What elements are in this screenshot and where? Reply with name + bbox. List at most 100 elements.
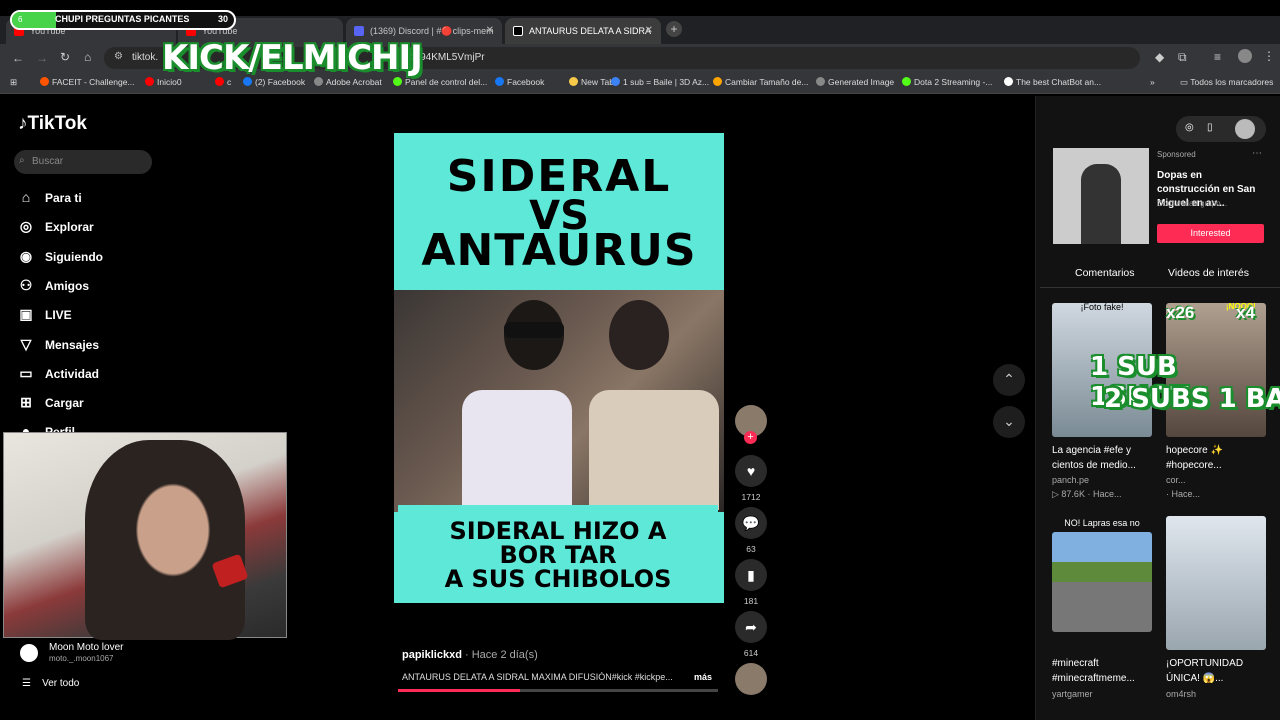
share-count: 614 [743,648,759,658]
bookmarks-overflow-icon[interactable]: » [1150,77,1155,87]
bookmark-item[interactable]: Cambiar Tamaño de... [713,77,808,87]
save-button[interactable]: ▮ [735,559,767,591]
phone-icon[interactable]: ▯ [1207,122,1213,133]
bookmark-item[interactable]: The best ChatBot an... [1004,77,1101,87]
music-avatar[interactable] [735,663,767,695]
next-video-button[interactable]: ⌄ [993,406,1025,438]
related-user-2: cor... [1166,475,1186,485]
close-icon[interactable]: ✕ [486,25,494,36]
bookmark-favicon-icon [611,77,620,86]
video-caption-block: SIDERAL HIZO A BOR TAR A SUS CHIBOLOS [398,505,718,603]
avatar[interactable] [20,644,38,662]
comment-icon: 💬 [742,515,760,531]
nav-item[interactable]: ⊞ Cargar [18,394,84,411]
bookmark-item[interactable]: New Tab [569,77,614,87]
bookmark-item[interactable]: 1 sub = Baile | 3D Az... [611,77,709,87]
extension-icon[interactable]: ◆ [1155,50,1164,64]
video-author-row: papiklickxd · Hace 2 día(s) [402,649,538,661]
related-caption-4[interactable]: ¡OPORTUNIDAD ÚNICA! 😱... [1166,656,1274,686]
related-thumb-4[interactable] [1166,516,1266,650]
tiktok-logo[interactable]: ♪TikTok [18,113,87,135]
bookmark-item[interactable]: (2) Facebook [243,77,305,87]
bookmark-item[interactable]: c [215,77,231,87]
tab-comments[interactable]: Comentarios [1075,267,1135,279]
menu-icon[interactable]: ⋮ [1263,49,1275,63]
nav-item[interactable]: ▣ LIVE [18,306,71,323]
bookmark-favicon-icon [902,77,911,86]
nav-item[interactable]: ◎ Explorar [18,218,94,235]
related-user-1: panch.pe [1052,475,1090,485]
more-link[interactable]: más [694,672,712,682]
share-button[interactable]: ➦ [735,611,767,643]
save-count: 181 [743,596,759,606]
related-caption-2[interactable]: hopecore ✨ #hopecore... [1166,443,1274,473]
all-bookmarks[interactable]: ▭ Todos los marcadores [1180,77,1273,88]
interested-button[interactable]: Interested [1157,224,1264,243]
bookmark-item[interactable]: Generated Image [816,77,894,87]
forward-icon[interactable]: → [36,51,48,65]
bookmark-favicon-icon [40,77,49,86]
following-icon: ◉ [19,247,33,264]
apps-icon[interactable]: ⊞ [10,77,17,88]
bookmark-item[interactable]: Dota 2 Streaming -... [902,77,992,87]
related-user-3: yartgamer [1052,689,1093,699]
comment-button[interactable]: 💬 [735,507,767,539]
like-button[interactable]: ♥ [735,455,767,487]
messages-icon: ▽ [20,335,32,352]
nav-item[interactable]: ⌂ Para ti [18,189,82,205]
related-thumb-3-text: NO! Lapras esa no [1064,518,1140,528]
bookmark-favicon-icon [569,77,578,86]
bookmark-item[interactable]: Adobe Acrobat [314,77,382,87]
related-caption-1[interactable]: La agencia #efe y cientos de medio... [1052,443,1160,473]
close-icon[interactable]: ✕ [645,25,653,36]
related-thumb-3[interactable] [1052,532,1152,632]
goal-label: CHUPI PREGUNTAS PICANTES [55,14,190,24]
friends-icon: ⚇ [19,276,33,293]
related-views-1: ▷ 87.6K · Hace... [1052,489,1122,499]
home-icon[interactable]: ⌂ [84,50,91,64]
avatar[interactable] [1238,49,1252,63]
back-icon[interactable]: ← [12,51,24,65]
following-user-handle: moto._.moon1067 [49,654,114,663]
avatar[interactable] [1235,119,1255,139]
search-input[interactable]: ⌕ Buscar [14,150,152,174]
nav-item[interactable]: ⚇ Amigos [18,277,89,294]
chevron-down-icon: ⌄ [1003,413,1015,429]
bookmark-item[interactable]: Inicio0 [145,77,182,87]
follow-plus-icon[interactable]: + [744,431,757,444]
nav-item[interactable]: ◉ Siguiendo [18,248,103,265]
explore-icon[interactable]: ◎ [1185,122,1194,133]
list-icon: ☰ [22,678,31,689]
video-progress-bar[interactable] [398,689,718,692]
bookmark-item[interactable]: Panel de control del... [393,77,487,87]
nav-item[interactable]: ▽ Mensajes [18,336,99,353]
following-user-name[interactable]: Moon Moto lover [49,642,123,653]
related-user-4: om4rsh [1166,689,1197,699]
goal-target: 30 [218,14,229,24]
more-icon[interactable]: ⋯ [1252,148,1262,159]
person-shirt [462,390,572,510]
puzzle-icon[interactable]: ⧉ [1178,50,1187,65]
ad-thumbnail[interactable] [1053,148,1149,244]
bookmark-item[interactable]: Facebook [495,77,544,87]
reload-icon[interactable]: ↻ [60,50,70,64]
media-icon[interactable]: ≡ [1214,50,1221,64]
nav-item[interactable]: ▭ Actividad [18,365,99,382]
tab-related[interactable]: Videos de interés [1168,267,1249,279]
video-author[interactable]: papiklickxd [402,649,462,661]
tab-tiktok[interactable]: ANTAURUS DELATA A SIDRA ✕ [505,18,661,44]
kick-channel-overlay: KICK/ELMICHIJ [162,38,423,78]
related-caption-3[interactable]: #minecraft #minecraftmeme... [1052,656,1160,686]
site-info-icon[interactable]: ⚙ [114,51,123,62]
prev-video-button[interactable]: ⌃ [993,364,1025,396]
bookmark-icon: ▮ [747,567,755,583]
video-time: Hace 2 día(s) [471,649,538,661]
new-tab-button[interactable]: + [666,21,682,37]
bookmark-favicon-icon [393,77,402,86]
bookmark-item[interactable]: FACEIT - Challenge... [40,77,135,87]
chevron-up-icon: ⌃ [1003,371,1015,387]
share-icon: ➦ [745,619,757,635]
see-all-link[interactable]: ☰ Ver todo [22,678,79,689]
search-icon: ⌕ [19,155,25,166]
streamer-face [85,440,245,640]
